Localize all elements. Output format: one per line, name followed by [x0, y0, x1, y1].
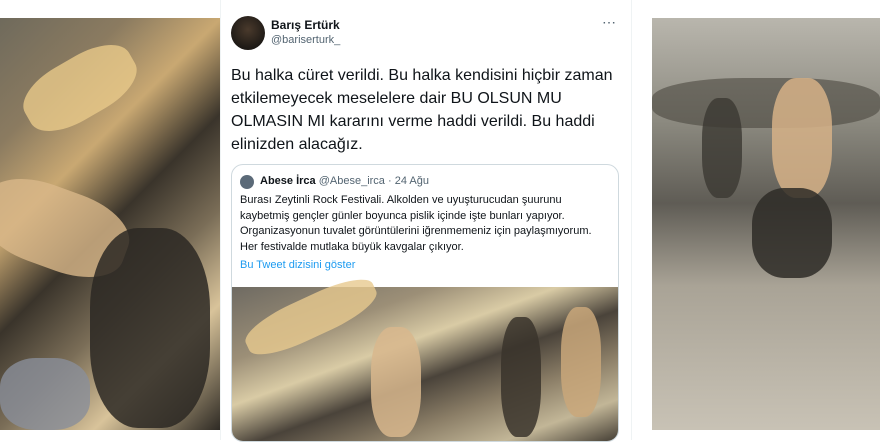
- more-options-icon[interactable]: ⋯: [602, 14, 617, 31]
- tweet-card[interactable]: Barış Ertürk @bariserturk_ ⋯ Bu halka cü…: [220, 0, 632, 442]
- quoted-author-name: Abese İrca: [260, 175, 316, 187]
- author-name[interactable]: Barış Ertürk: [271, 18, 340, 32]
- author-avatar[interactable]: [231, 16, 265, 50]
- quoted-author-handle: @Abese_irca: [318, 175, 385, 187]
- quoted-tweet-text: Burası Zeytinli Rock Festivali. Alkolden…: [240, 194, 592, 253]
- photo-shorts-shape: [0, 358, 90, 430]
- photo-arm-shape: [13, 32, 147, 144]
- photo-arm-shape: [239, 269, 383, 365]
- photo-person-shape: [371, 327, 421, 437]
- photo-person-shape: [772, 78, 832, 198]
- photo-crowd-shape: [652, 78, 880, 128]
- quoted-author-avatar: [240, 175, 254, 189]
- photo-person-shape: [561, 307, 601, 417]
- show-thread-link[interactable]: Bu Tweet dizisini göster: [240, 259, 355, 271]
- photo-person-shape: [501, 317, 541, 437]
- right-crowd-photo: [652, 18, 880, 430]
- photo-legs-shape: [752, 188, 832, 278]
- quoted-header: Abese İrca @Abese_irca · 24 Ağu: [260, 175, 429, 187]
- author-handle[interactable]: @bariserturk_: [271, 34, 340, 46]
- quoted-media-image[interactable]: [232, 269, 618, 441]
- tweet-text: Bu halka cüret verildi. Bu halka kendisi…: [231, 67, 613, 153]
- quoted-date: · 24 Ağu: [387, 175, 429, 187]
- left-crowd-photo: [0, 18, 220, 430]
- quoted-tweet[interactable]: Abese İrca @Abese_irca · 24 Ağu Burası Z…: [231, 164, 619, 442]
- photo-person-shape: [702, 98, 742, 198]
- photo-figure-shape: [90, 228, 210, 428]
